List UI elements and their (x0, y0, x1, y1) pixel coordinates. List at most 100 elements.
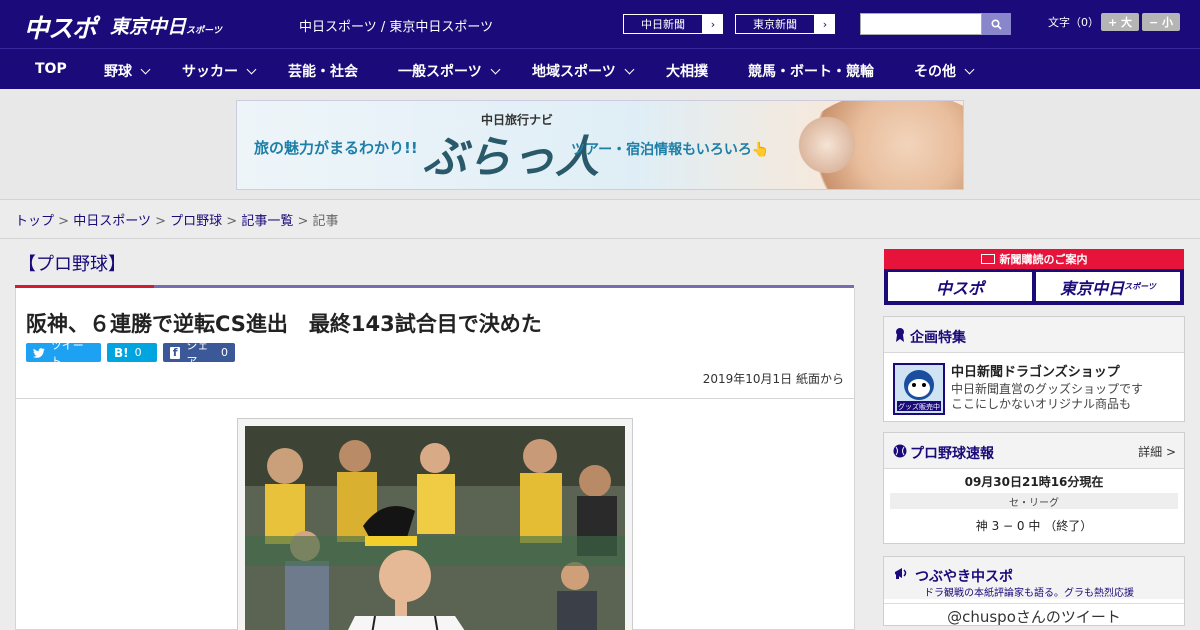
article-body-card (15, 398, 855, 630)
subscription-box: 新聞購読のご案内 中スポ 東京中日 スポーツ (884, 249, 1184, 305)
search-button[interactable] (982, 13, 1011, 35)
shop-logo-text: グッズ販売中 (898, 402, 940, 411)
nav-item-entertainment[interactable]: 芸能・社会 (288, 61, 358, 81)
nav-item-soccer[interactable]: サッカー (182, 61, 257, 81)
tokyo-logo-sub: スポーツ (186, 26, 222, 36)
tile-label: 東京中日 (1060, 278, 1125, 298)
breadcrumb-sep: > (297, 214, 309, 229)
divider (0, 238, 1200, 239)
chevron-down-icon (490, 64, 501, 74)
nav-item-sumo[interactable]: 大相撲 (666, 61, 708, 81)
nav-item-baseball[interactable]: 野球 (104, 61, 151, 81)
subscription-title: 新聞購読のご案内 (999, 253, 1088, 266)
twitter-subtitle: ドラ観戦の本紙評論家も語る。グラも熱烈応援 (924, 588, 1134, 599)
newspaper-icon (980, 254, 995, 264)
chevron-down-icon (140, 64, 151, 74)
twitter-header: つぶやき中スポ ドラ観戦の本紙評論家も語る。グラも熱烈応援 (884, 557, 1184, 599)
tweet-label: ツイート (50, 338, 84, 368)
breadcrumb-pro-baseball[interactable]: プロ野球 (170, 214, 222, 229)
feature-box: 企画特集 グッズ販売中 中日新聞ドラゴンズショップ 中日新聞直営のグッズショップ… (883, 316, 1185, 422)
chevron-right-icon: › (815, 14, 835, 34)
article-photo[interactable] (245, 426, 625, 630)
shell-photo (792, 115, 862, 175)
shop-title: 中日新聞ドラゴンズショップ (951, 365, 1120, 380)
hatena-icon: B! (114, 345, 129, 360)
site-header: 中スポ 東京中日スポーツ 中日スポーツ / 東京中日スポーツ 中日新聞 › 東京… (0, 0, 1200, 48)
feature-title: 企画特集 (910, 330, 966, 346)
breadcrumb-sep: > (226, 214, 238, 229)
search-input[interactable] (860, 13, 982, 35)
nav-label: 競馬・ボート・競輪 (748, 64, 874, 80)
banner-brand-small: 中日旅行ナビ (481, 113, 554, 127)
facebook-count: 0 (221, 346, 228, 359)
nav-label: その他 (914, 64, 956, 80)
scores-detail-link[interactable]: 詳細 > (1138, 443, 1176, 460)
breadcrumb-current: 記事 (312, 214, 339, 229)
tokyo-chunichi-subscribe-tile[interactable]: 東京中日 スポーツ (1036, 272, 1180, 301)
twitter-bird-icon (33, 347, 45, 358)
nav-item-other[interactable]: その他 (914, 61, 975, 81)
scores-title: プロ野球速報 (910, 446, 994, 462)
article-header-card: 阪神、６連勝で逆転CS進出 最終143試合目で決めた ツイート B! 0 f シ… (15, 288, 855, 399)
tile-sub: スポーツ (1124, 282, 1156, 291)
chuspo-subscribe-tile[interactable]: 中スポ (888, 272, 1032, 301)
twitter-box: つぶやき中スポ ドラ観戦の本紙評論家も語る。グラも熱烈応援 @chuspoさんの… (883, 556, 1185, 626)
tweet-button[interactable]: ツイート (26, 339, 101, 368)
global-nav: TOP 野球 サッカー 芸能・社会 一般スポーツ 地域スポーツ 大相撲 競馬・ボ… (0, 48, 1200, 89)
breadcrumb-article-list[interactable]: 記事一覧 (241, 214, 293, 229)
facebook-share-label: シェア (186, 338, 209, 368)
league-label: セ・リーグ (890, 493, 1178, 509)
travel-banner-ad[interactable]: 旅の魅力がまるわかり!! ぶらっ人 中日旅行ナビ ツアー・宿泊情報もいろいろ👆 (236, 100, 964, 190)
breadcrumb-chuspo[interactable]: 中日スポーツ (73, 214, 151, 229)
game-score[interactable]: 神 3 − 0 中 （終了） (884, 517, 1184, 534)
chevron-down-icon (964, 64, 975, 74)
crowd-photo-illustration (245, 426, 625, 630)
megaphone-icon (895, 568, 907, 579)
nav-item-local-sports[interactable]: 地域スポーツ (532, 61, 635, 81)
shop-description: 中日新聞直営のグッズショップです ここにしかないオリジナル商品も (951, 382, 1143, 412)
font-bigger-button[interactable]: + 大 (1101, 13, 1139, 31)
chunichi-shimbun-label: 中日新聞 (623, 14, 703, 34)
nav-item-general-sports[interactable]: 一般スポーツ (398, 61, 501, 81)
scores-header: プロ野球速報 詳細 > (884, 433, 1184, 469)
site-title: 中日スポーツ / 東京中日スポーツ (299, 20, 494, 35)
chuspo-logo[interactable]: 中スポ (24, 9, 97, 45)
chevron-down-icon (246, 64, 257, 74)
search-icon (991, 18, 1002, 30)
shop-desc-line: ここにしかないオリジナル商品も (951, 397, 1132, 411)
nav-label: 野球 (104, 64, 132, 80)
article-date: 2019年10月1日 紙面から (702, 372, 844, 386)
chunichi-shimbun-link[interactable]: 中日新聞 › (622, 13, 724, 35)
ad-area: 旅の魅力がまるわかり!! ぶらっ人 中日旅行ナビ ツアー・宿泊情報もいろいろ👆 (0, 89, 1200, 200)
article-photo-frame (237, 418, 633, 630)
baseball-scores-box: プロ野球速報 詳細 > 09月30日21時16分現在 セ・リーグ 神 3 − 0… (883, 432, 1185, 544)
mascot-icon: グッズ販売中 (897, 370, 941, 411)
tokyo-shimbun-label: 東京新聞 (735, 14, 815, 34)
scores-timestamp: 09月30日21時16分現在 (964, 475, 1104, 489)
nav-label: TOP (35, 61, 67, 77)
nav-item-top[interactable]: TOP (35, 61, 67, 77)
tokyo-shimbun-link[interactable]: 東京新聞 › (734, 13, 836, 35)
article-category: 【プロ野球】 (18, 254, 126, 275)
dragons-shop-item[interactable]: グッズ販売中 中日新聞ドラゴンズショップ 中日新聞直営のグッズショップです ここに… (884, 353, 1184, 423)
breadcrumb: トップ > 中日スポーツ > プロ野球 > 記事一覧 > 記事 (15, 210, 339, 229)
twitter-title: つぶやき中スポ (915, 569, 1013, 585)
breadcrumb-sep: > (155, 214, 166, 229)
feature-header: 企画特集 (884, 317, 1184, 353)
hatena-count: 0 (134, 346, 142, 359)
nav-item-racing[interactable]: 競馬・ボート・競輪 (748, 61, 874, 81)
dragons-shop-logo: グッズ販売中 (893, 363, 945, 415)
banner-subtext: ツアー・宿泊情報もいろいろ👆 (571, 142, 770, 158)
chevron-right-icon: › (703, 14, 723, 34)
breadcrumb-top[interactable]: トップ (15, 214, 54, 229)
tokyo-logo-main: 東京中日 (110, 16, 187, 38)
facebook-share-button[interactable]: f シェア 0 (163, 339, 235, 368)
font-smaller-button[interactable]: − 小 (1142, 13, 1180, 31)
twitter-timeline-link[interactable]: @chuspoさんのツイート (884, 603, 1184, 627)
tokyo-chunichi-logo[interactable]: 東京中日スポーツ (110, 12, 222, 39)
banner-tagline: 旅の魅力がまるわかり!! (254, 139, 418, 157)
nav-label: 大相撲 (666, 64, 708, 80)
nav-label: 一般スポーツ (398, 64, 482, 80)
subscription-header: 新聞購読のご案内 (884, 249, 1184, 269)
hatena-bookmark-button[interactable]: B! 0 (107, 343, 157, 362)
